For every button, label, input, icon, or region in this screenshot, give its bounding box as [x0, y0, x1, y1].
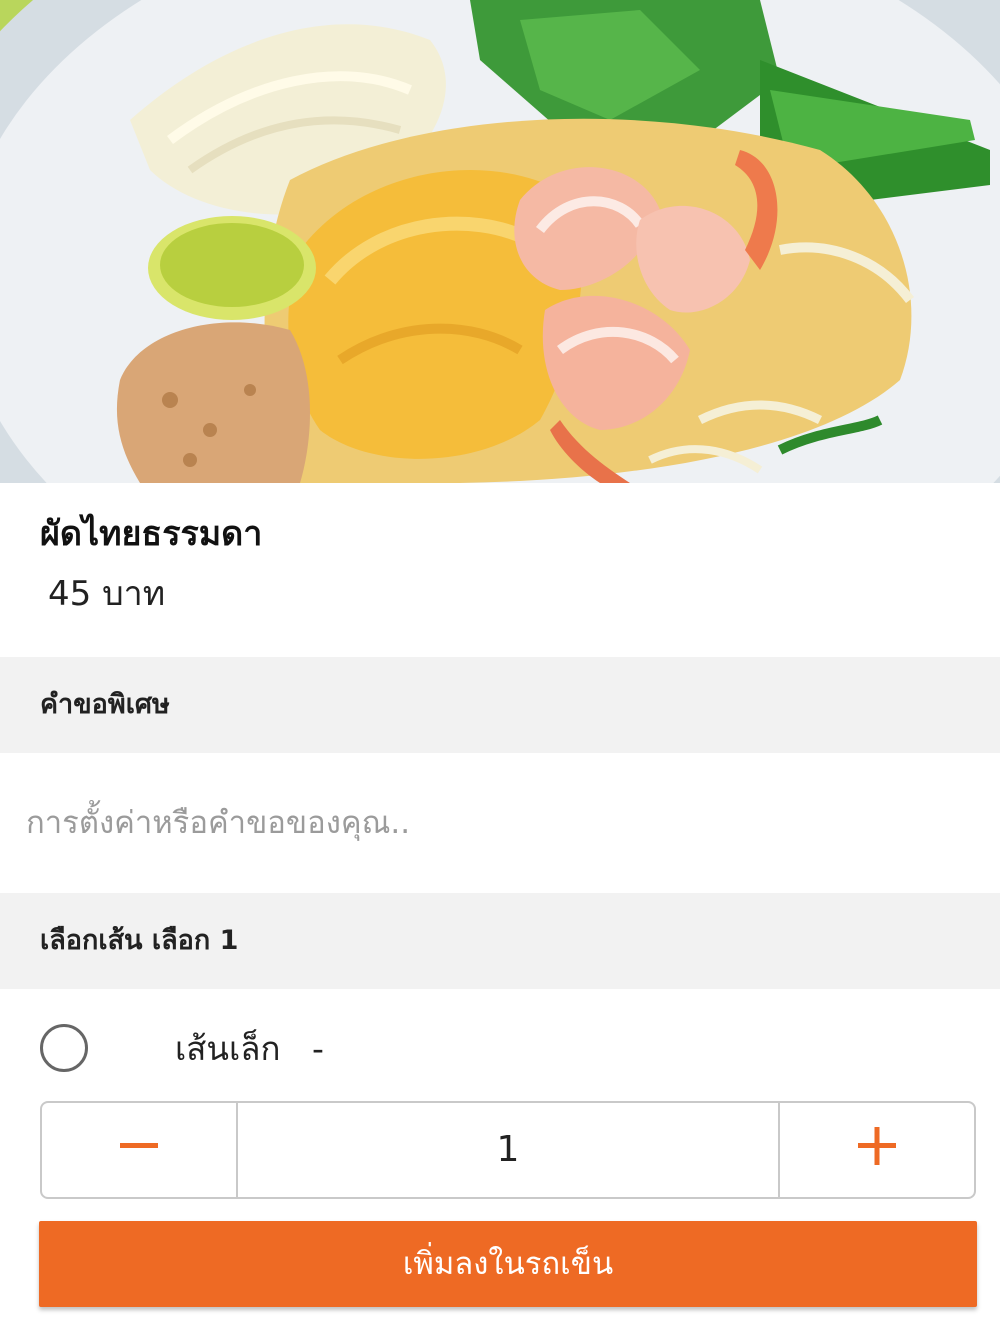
- decrease-quantity-button[interactable]: [42, 1103, 238, 1197]
- menu-item-detail-page: ผัดไทยธรรมดา 45 บาท คำขอพิเศษ เลือกเส้น …: [0, 0, 1000, 1334]
- quantity-stepper: 1: [40, 1101, 976, 1199]
- add-to-cart-button[interactable]: เพิ่มลงในรถเข็น: [39, 1221, 977, 1307]
- option-label: เส้นเล็ก: [175, 1029, 281, 1068]
- item-price: 45 บาท: [48, 574, 166, 614]
- food-image: [0, 0, 1000, 483]
- special-request-input[interactable]: [0, 753, 1000, 893]
- noodle-choice-title: เลือกเส้น เลือก 1: [40, 925, 239, 956]
- special-request-header: คำขอพิเศษ: [0, 657, 1000, 753]
- option-radio-button[interactable]: [40, 1024, 88, 1072]
- minus-icon: [120, 1143, 158, 1148]
- option-price: -: [312, 1029, 324, 1068]
- noodle-choice-header: เลือกเส้น เลือก 1: [0, 893, 1000, 989]
- special-request-title: คำขอพิเศษ: [40, 689, 170, 720]
- increase-quantity-button[interactable]: [778, 1103, 974, 1197]
- quantity-value: 1: [496, 1129, 520, 1170]
- noodle-option-row[interactable]: เส้นเล็ก -: [0, 1000, 1000, 1096]
- plus-icon: [858, 1127, 896, 1165]
- item-name: ผัดไทยธรรมดา: [40, 514, 263, 554]
- pad-thai-illustration: [0, 0, 1000, 483]
